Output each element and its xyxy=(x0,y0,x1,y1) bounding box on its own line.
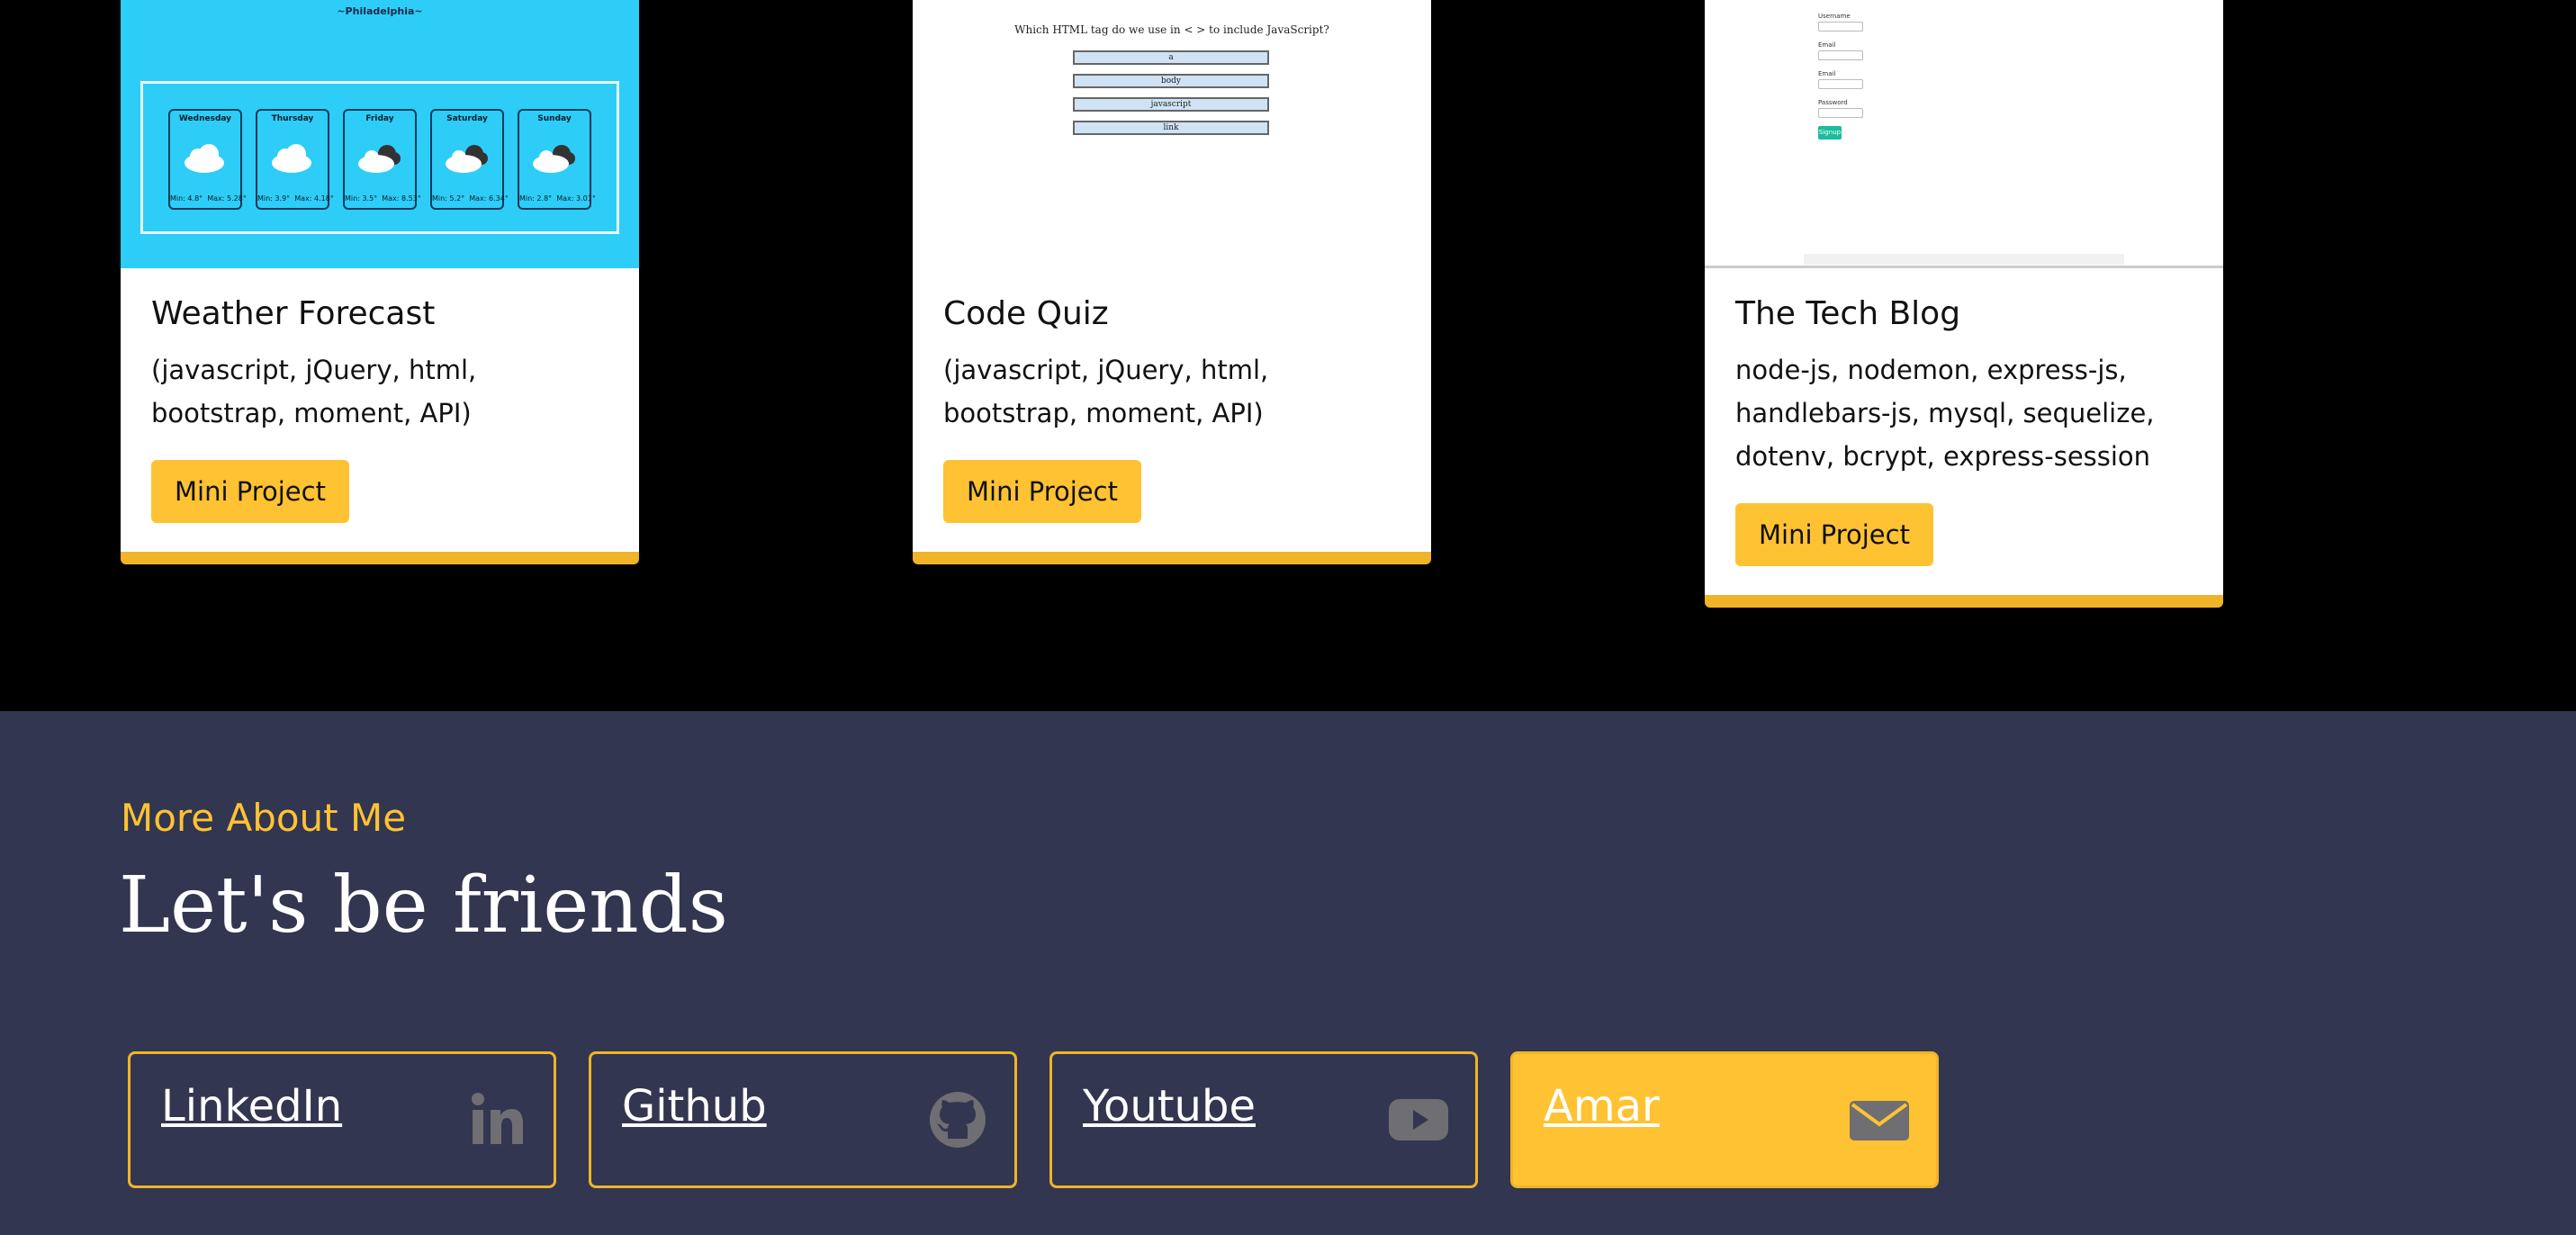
forecast-day-name: Thursday xyxy=(271,114,314,123)
forecast-min-max: Min: 5.2° Max: 6.34° xyxy=(432,194,509,203)
forecast-min-max: Min: 4.8° Max: 5.28° xyxy=(170,194,247,203)
social-link-label[interactable]: LinkedIn xyxy=(161,1081,342,1131)
section-eyebrow: More About Me xyxy=(121,796,407,840)
quiz-option: javascript xyxy=(1073,97,1269,112)
forecast-frame: Wednesday Min: 4.8° Max: 5.28° Thursday … xyxy=(140,81,619,234)
forecast-day: Thursday Min: 3.9° Max: 4.18° xyxy=(256,109,334,210)
form-input xyxy=(1818,22,1863,32)
project-title: Weather Forecast xyxy=(151,295,436,332)
mini-project-button[interactable]: Mini Project xyxy=(1735,503,1933,566)
social-link-email[interactable]: Amar xyxy=(1510,1051,1939,1188)
linkedin-icon xyxy=(472,1093,523,1144)
forecast-min-max: Min: 3.9° Max: 4.18° xyxy=(257,194,334,203)
footer-section: More About Me Let's be friends LinkedIn … xyxy=(0,711,2576,1235)
social-link-youtube[interactable]: Youtube xyxy=(1049,1051,1478,1188)
form-input xyxy=(1818,50,1863,60)
forecast-day-name: Saturday xyxy=(446,114,488,123)
signup-button: Signup xyxy=(1818,126,1842,140)
mini-project-button[interactable]: Mini Project xyxy=(943,460,1141,523)
project-thumbnail: Username Email Email Password Signup xyxy=(1705,0,2223,268)
form-input xyxy=(1818,79,1863,89)
form-label: Email xyxy=(1818,41,1836,49)
social-link-label[interactable]: Github xyxy=(622,1081,767,1131)
weather-city: ~Philadelphia~ xyxy=(337,5,423,17)
cloud-icon xyxy=(272,144,311,173)
project-card-code-quiz: Which HTML tag do we use in < > to inclu… xyxy=(913,0,1431,564)
forecast-day: Sunday Min: 2.8° Max: 3.01° xyxy=(518,109,596,210)
envelope-icon xyxy=(1850,1101,1909,1140)
project-card-weather-forecast: ~Philadelphia~ Wednesday Min: 4.8° Max: … xyxy=(121,0,639,564)
project-thumbnail: Which HTML tag do we use in < > to inclu… xyxy=(913,0,1431,268)
social-link-linkedin[interactable]: LinkedIn xyxy=(128,1051,556,1188)
form-label: Username xyxy=(1818,13,1851,20)
form-label: Password xyxy=(1818,99,1848,106)
forecast-day-name: Sunday xyxy=(537,114,572,123)
dark-clouds-icon xyxy=(358,145,401,173)
section-headline: Let's be friends xyxy=(119,861,728,951)
card-body: The Tech Blog node-js, nodemon, express-… xyxy=(1705,268,2223,595)
card-body: Weather Forecast (javascript, jQuery, ht… xyxy=(121,268,639,552)
forecast-day-name: Wednesday xyxy=(178,114,232,123)
form-input xyxy=(1818,108,1863,118)
forecast-day-name: Friday xyxy=(365,114,394,123)
dark-clouds-icon xyxy=(446,145,488,173)
youtube-icon xyxy=(1389,1099,1448,1140)
project-title: The Tech Blog xyxy=(1735,295,1961,332)
forecast-day: Saturday Min: 5.2° Max: 6.34° xyxy=(430,109,509,210)
cloud-icon xyxy=(185,144,224,173)
project-title: Code Quiz xyxy=(943,295,1109,332)
github-icon xyxy=(930,1092,986,1148)
social-link-label[interactable]: Youtube xyxy=(1083,1081,1256,1131)
quiz-option: link xyxy=(1073,121,1269,135)
forecast-day: Friday Min: 3.5° Max: 8.53° xyxy=(343,109,421,210)
forecast-day: Wednesday Min: 4.8° Max: 5.28° xyxy=(168,109,247,210)
dark-clouds-icon xyxy=(533,145,575,173)
forecast-min-max: Min: 3.5° Max: 8.53° xyxy=(345,194,421,203)
quiz-question: Which HTML tag do we use in < > to inclu… xyxy=(1014,23,1329,36)
forecast-min-max: Min: 2.8° Max: 3.01° xyxy=(519,194,596,203)
project-tech: (javascript, jQuery, html, bootstrap, mo… xyxy=(943,355,1269,428)
project-thumbnail: ~Philadelphia~ Wednesday Min: 4.8° Max: … xyxy=(121,0,639,268)
quiz-option: body xyxy=(1073,74,1269,88)
social-link-label[interactable]: Amar xyxy=(1544,1081,1660,1131)
social-link-github[interactable]: Github xyxy=(589,1051,1017,1188)
project-tech: (javascript, jQuery, html, bootstrap, mo… xyxy=(151,355,477,428)
form-label: Email xyxy=(1818,70,1836,77)
mini-project-button[interactable]: Mini Project xyxy=(151,460,349,523)
project-tech: node-js, nodemon, express-js, handlebars… xyxy=(1735,355,2155,472)
card-body: Code Quiz (javascript, jQuery, html, boo… xyxy=(913,268,1431,552)
footer-bar xyxy=(1804,254,2124,265)
project-card-tech-blog: Username Email Email Password Signup The… xyxy=(1705,0,2223,608)
quiz-option: a xyxy=(1073,50,1269,65)
